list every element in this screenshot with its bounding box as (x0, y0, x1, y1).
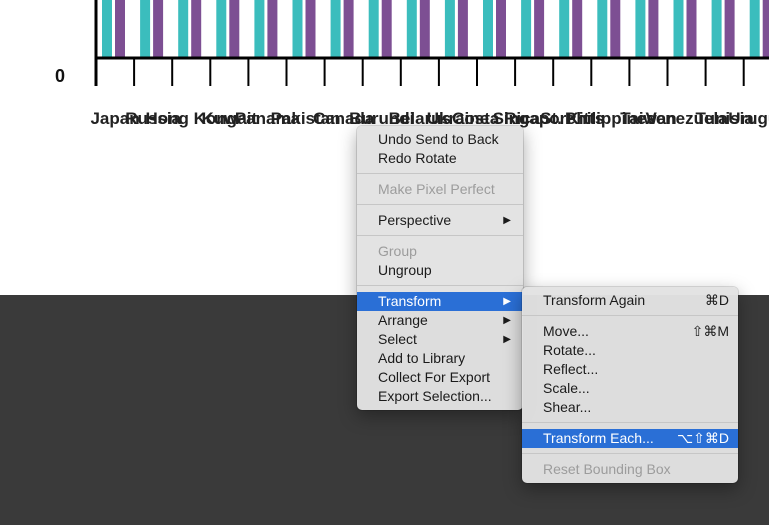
bar-4-1[interactable] (267, 0, 278, 58)
menu-item-reset-bounding-box: Reset Bounding Box (522, 460, 738, 479)
menu-item-collect-for-export[interactable]: Collect For Export (357, 368, 523, 387)
menu-separator (357, 285, 523, 286)
menu-item-shortcut: ⇧⌘M (691, 323, 729, 339)
menu-item-label: Redo Rotate (378, 150, 457, 166)
menu-item-label: Transform Each... (543, 430, 654, 446)
menu-item-label: Rotate... (543, 342, 596, 358)
menu-item-perspective[interactable]: Perspective ▶ (357, 211, 523, 230)
bar-3-0[interactable] (216, 0, 227, 58)
menu-item-group: Group (357, 242, 523, 261)
bar-5-1[interactable] (305, 0, 316, 58)
menu-item-shear[interactable]: Shear... (522, 398, 738, 417)
bar-15-0[interactable] (673, 0, 684, 58)
menu-item-label: Reset Bounding Box (543, 461, 671, 477)
menu-item-label: Collect For Export (378, 369, 491, 385)
menu-separator (522, 453, 738, 454)
menu-item-label: Transform (378, 293, 442, 309)
bar-16-0[interactable] (711, 0, 722, 58)
bar-9-1[interactable] (457, 0, 468, 58)
menu-item-select[interactable]: Select ▶ (357, 330, 523, 349)
bar-17-1[interactable] (762, 0, 769, 58)
transform-submenu: Transform Again ⌘D Move... ⇧⌘M Rotate... Refl… (522, 287, 738, 483)
bar-5-0[interactable] (292, 0, 303, 58)
bar-11-1[interactable] (534, 0, 545, 58)
menu-item-shortcut: ⌥⇧⌘D (677, 430, 729, 446)
y-tick-label-0[interactable]: 0 (55, 66, 65, 86)
bar-2-1[interactable] (191, 0, 202, 58)
menu-separator (357, 235, 523, 236)
bar-4-0[interactable] (254, 0, 265, 58)
menu-item-shortcut: ⌘D (704, 292, 729, 308)
menu-item-add-to-library[interactable]: Add to Library (357, 349, 523, 368)
menu-item-redo-rotate[interactable]: Redo Rotate (357, 149, 523, 168)
bar-10-0[interactable] (483, 0, 493, 58)
bar-3-1[interactable] (229, 0, 240, 58)
menu-separator (357, 204, 523, 205)
bar-15-1[interactable] (686, 0, 697, 58)
menu-item-transform-each[interactable]: Transform Each... ⌥⇧⌘D (522, 429, 738, 448)
bar-12-0[interactable] (559, 0, 570, 58)
submenu-arrow-icon: ▶ (503, 215, 511, 226)
menu-item-label: Perspective (378, 212, 452, 228)
menu-item-label: Add to Library (378, 350, 466, 366)
submenu-arrow-icon: ▶ (503, 315, 511, 326)
menu-item-label: Select (378, 331, 417, 347)
menu-separator (522, 315, 738, 316)
menu-item-ungroup[interactable]: Ungroup (357, 261, 523, 280)
bar-13-0[interactable] (597, 0, 608, 58)
bar-1-1[interactable] (153, 0, 164, 58)
bar-6-0[interactable] (330, 0, 341, 58)
bar-13-1[interactable] (610, 0, 621, 58)
bar-14-0[interactable] (635, 0, 646, 58)
bar-9-0[interactable] (444, 0, 455, 58)
menu-item-label: Scale... (543, 380, 590, 396)
menu-item-label: Move... (543, 323, 589, 339)
bar-0-1[interactable] (115, 0, 125, 58)
bar-1-0[interactable] (140, 0, 151, 58)
menu-separator (522, 422, 738, 423)
bar-16-1[interactable] (724, 0, 735, 58)
bar-7-0[interactable] (368, 0, 379, 58)
menu-item-label: Arrange (378, 312, 428, 328)
menu-item-label: Export Selection... (378, 388, 492, 404)
menu-item-label: Make Pixel Perfect (378, 181, 495, 197)
bar-12-1[interactable] (572, 0, 583, 58)
menu-item-label: Group (378, 243, 417, 259)
bar-0-0[interactable] (102, 0, 112, 58)
bar-8-1[interactable] (419, 0, 430, 58)
menu-item-arrange[interactable]: Arrange ▶ (357, 311, 523, 330)
bar-7-1[interactable] (381, 0, 392, 58)
bar-11-0[interactable] (521, 0, 532, 58)
menu-separator (357, 173, 523, 174)
menu-item-reflect[interactable]: Reflect... (522, 360, 738, 379)
menu-item-transform[interactable]: Transform ▶ (357, 292, 523, 311)
menu-item-make-pixel-perfect: Make Pixel Perfect (357, 180, 523, 199)
menu-item-label: Transform Again (543, 292, 646, 308)
menu-item-move[interactable]: Move... ⇧⌘M (522, 322, 738, 341)
menu-item-transform-again[interactable]: Transform Again ⌘D (522, 291, 738, 310)
bar-17-0[interactable] (749, 0, 760, 58)
bar-10-1[interactable] (496, 0, 506, 58)
bar-6-1[interactable] (343, 0, 354, 58)
menu-item-label: Ungroup (378, 262, 432, 278)
menu-item-label: Undo Send to Back (378, 131, 499, 147)
submenu-arrow-icon: ▶ (503, 296, 511, 307)
menu-item-export-selection[interactable]: Export Selection... (357, 387, 523, 406)
menu-item-undo-send-to-back[interactable]: Undo Send to Back (357, 130, 523, 149)
menu-item-rotate[interactable]: Rotate... (522, 341, 738, 360)
bar-2-0[interactable] (178, 0, 189, 58)
menu-item-label: Reflect... (543, 361, 599, 377)
bar-8-0[interactable] (406, 0, 417, 58)
bar-14-1[interactable] (648, 0, 659, 58)
context-menu: Undo Send to Back Redo Rotate Make Pixel P… (357, 126, 523, 410)
menu-item-scale[interactable]: Scale... (522, 379, 738, 398)
submenu-arrow-icon: ▶ (503, 334, 511, 345)
x-tick-label[interactable]: Uruguay (728, 109, 769, 128)
menu-item-label: Shear... (543, 399, 592, 415)
